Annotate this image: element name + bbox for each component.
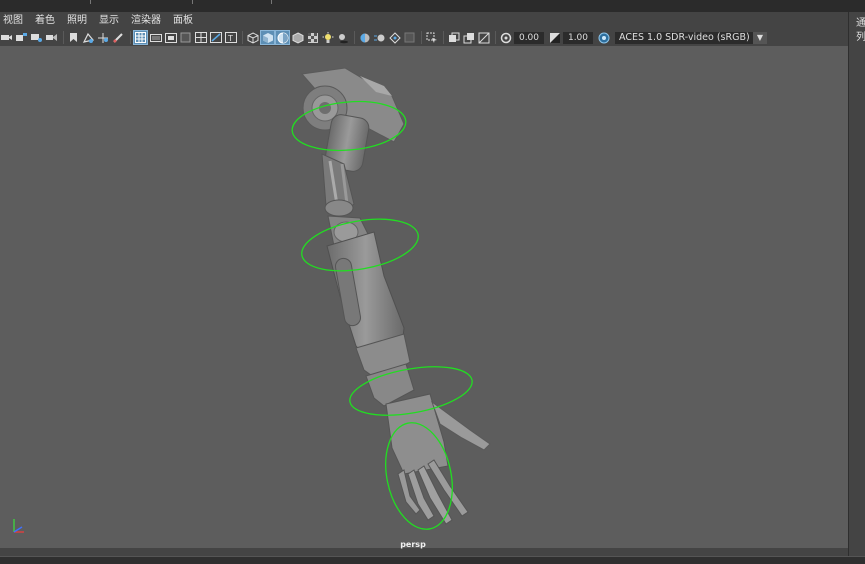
- select-camera-icon[interactable]: [0, 31, 13, 44]
- motion-blur-icon[interactable]: [373, 31, 386, 44]
- menu-panels[interactable]: 面板: [173, 13, 193, 29]
- arm-model-render: [291, 67, 491, 530]
- chevron-down-icon[interactable]: ▼: [753, 31, 767, 44]
- wireframe-on-shaded-icon[interactable]: [275, 30, 290, 45]
- grease-pencil-icon[interactable]: [112, 31, 125, 44]
- resolution-gate-icon[interactable]: [164, 31, 177, 44]
- xray-icon[interactable]: [447, 31, 460, 44]
- forearm-part: [326, 231, 411, 381]
- menu-view[interactable]: 视图: [3, 13, 23, 29]
- camera-attributes-icon[interactable]: [15, 31, 28, 44]
- exposure-icon[interactable]: [499, 31, 512, 44]
- isolate-select-icon[interactable]: [425, 31, 438, 44]
- safe-title-icon[interactable]: T: [224, 31, 237, 44]
- camera-lock-icon[interactable]: [45, 31, 58, 44]
- shadows-icon[interactable]: [336, 31, 349, 44]
- channel-box-tab[interactable]: 通: [855, 14, 865, 29]
- axis-gizmo-icon: [13, 519, 24, 533]
- view-transform-label: ACES 1.0 SDR-video (sRGB): [619, 31, 750, 43]
- camera-bookmark-icon[interactable]: [30, 31, 43, 44]
- right-dock-panel: 通 列: [848, 12, 865, 558]
- layer-editor-tab[interactable]: 列: [855, 28, 865, 43]
- field-chart-icon[interactable]: [194, 31, 207, 44]
- safe-action-icon[interactable]: [209, 31, 222, 44]
- gamma-icon[interactable]: [548, 31, 561, 44]
- shoulder-part: [301, 67, 405, 172]
- default-material-icon[interactable]: [291, 31, 304, 44]
- panel-menubar: 视图 着色 照明 显示 渲染器 面板: [0, 13, 848, 29]
- screen-space-ao-icon[interactable]: [358, 31, 371, 44]
- gate-mask-icon[interactable]: [179, 31, 192, 44]
- film-gate-icon[interactable]: [149, 31, 162, 44]
- textured-icon[interactable]: [306, 31, 319, 44]
- two-d-pan-zoom-icon[interactable]: [97, 31, 110, 44]
- camera-label: persp: [400, 540, 426, 549]
- grid-icon[interactable]: [133, 30, 148, 45]
- depth-of-field-icon[interactable]: [403, 31, 416, 44]
- view-transform-dropdown[interactable]: ACES 1.0 SDR-video (sRGB) ▼: [615, 31, 767, 44]
- lights-icon[interactable]: [321, 31, 334, 44]
- smooth-shade-icon[interactable]: [260, 30, 275, 45]
- menu-lighting[interactable]: 照明: [67, 13, 87, 29]
- xray-joints-icon[interactable]: [462, 31, 475, 44]
- gamma-field[interactable]: 1.00: [563, 31, 593, 44]
- backface-culling-icon[interactable]: [477, 31, 490, 44]
- image-plane-icon[interactable]: [82, 31, 95, 44]
- exposure-field[interactable]: 0.00: [514, 31, 544, 44]
- menu-show[interactable]: 显示: [99, 13, 119, 29]
- hand-part: [385, 393, 491, 525]
- menu-renderer[interactable]: 渲染器: [131, 13, 161, 29]
- wireframe-icon[interactable]: [246, 31, 259, 44]
- color-management-icon[interactable]: [597, 31, 610, 44]
- svg-text:T: T: [227, 34, 233, 43]
- bookmark-icon[interactable]: [67, 31, 80, 44]
- 3d-viewport[interactable]: [0, 46, 848, 554]
- anti-aliasing-icon[interactable]: [388, 31, 401, 44]
- panel-toolbar: T 0.00 1.00 ACES 1.0 SDR-video (sRGB) ▼: [0, 29, 848, 46]
- menu-shading[interactable]: 着色: [35, 13, 55, 29]
